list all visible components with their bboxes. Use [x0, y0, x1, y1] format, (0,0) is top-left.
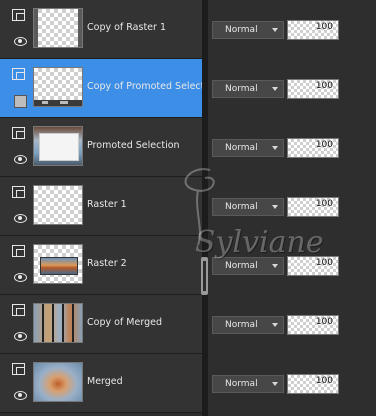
- layer-thumbnail: [33, 362, 83, 402]
- scrollbar-thumb[interactable]: [201, 257, 208, 295]
- eye-icon[interactable]: [14, 332, 27, 341]
- opacity-field[interactable]: 100: [287, 79, 339, 99]
- blend-mode-select[interactable]: Normal: [212, 80, 284, 98]
- blend-mode-select[interactable]: Normal: [212, 198, 284, 216]
- layer-name: Promoted Selection: [87, 140, 180, 151]
- eye-icon[interactable]: [14, 273, 27, 282]
- blend-mode-value: Normal: [225, 143, 258, 153]
- layer-props-row: Normal 100: [208, 59, 376, 117]
- opacity-field[interactable]: 100: [287, 256, 339, 276]
- eye-icon[interactable]: [14, 391, 27, 400]
- chevron-down-icon: [272, 205, 278, 209]
- layer-group-icon[interactable]: [12, 363, 25, 375]
- chevron-down-icon: [272, 323, 278, 327]
- layer-thumbnail: [33, 303, 83, 343]
- layer-group-icon[interactable]: [12, 127, 25, 139]
- layer-props-row: Normal 100: [208, 118, 376, 176]
- layer-name: Copy of Promoted Selection: [87, 81, 219, 92]
- opacity-value: 100: [315, 258, 333, 268]
- layer-row-promoted-selection[interactable]: Promoted Selection: [0, 118, 202, 177]
- opacity-field[interactable]: 100: [287, 20, 339, 40]
- layer-row-copy-of-merged[interactable]: Copy of Merged: [0, 295, 202, 354]
- layer-row-copy-of-raster-1[interactable]: Copy of Raster 1: [0, 0, 202, 59]
- layer-name: Raster 1: [87, 199, 127, 210]
- layer-props-row: Normal 100: [208, 354, 376, 412]
- layer-thumbnail: [33, 8, 83, 48]
- blend-mode-value: Normal: [225, 320, 258, 330]
- opacity-field[interactable]: 100: [287, 315, 339, 335]
- blend-mode-value: Normal: [225, 25, 258, 35]
- selection-swatch-icon: [14, 95, 27, 108]
- layer-name: Copy of Raster 1: [87, 22, 166, 33]
- chevron-down-icon: [272, 264, 278, 268]
- layer-thumbnail: [33, 185, 83, 225]
- layer-thumbnail: [33, 126, 83, 166]
- blend-mode-select[interactable]: Normal: [212, 21, 284, 39]
- chevron-down-icon: [272, 146, 278, 150]
- eye-icon[interactable]: [14, 37, 27, 46]
- layer-props-row: Normal 100: [208, 177, 376, 235]
- opacity-value: 100: [315, 317, 333, 327]
- blend-mode-value: Normal: [225, 261, 258, 271]
- layer-props-row: Normal 100: [208, 295, 376, 353]
- layer-group-icon[interactable]: [12, 245, 25, 257]
- layer-row-merged[interactable]: Merged: [0, 354, 202, 413]
- layer-props-row: Normal 100: [208, 0, 376, 58]
- layer-row-raster-2[interactable]: Raster 2: [0, 236, 202, 295]
- layer-thumbnail: [33, 67, 83, 107]
- opacity-field[interactable]: 100: [287, 138, 339, 158]
- layer-props-row: Normal 100: [208, 236, 376, 294]
- layer-thumbnail: [33, 244, 83, 284]
- chevron-down-icon: [272, 87, 278, 91]
- layer-group-icon[interactable]: [12, 68, 25, 80]
- blend-mode-select[interactable]: Normal: [212, 257, 284, 275]
- layer-row-copy-of-promoted-selection[interactable]: Copy of Promoted Selection: [0, 59, 219, 118]
- opacity-value: 100: [315, 81, 333, 91]
- eye-icon[interactable]: [14, 155, 27, 164]
- eye-icon[interactable]: [14, 214, 27, 223]
- layer-name: Copy of Merged: [87, 317, 162, 328]
- layer-name: Raster 2: [87, 258, 127, 269]
- layer-row-raster-1[interactable]: Raster 1: [0, 177, 202, 236]
- layer-group-icon[interactable]: [12, 304, 25, 316]
- layer-group-icon[interactable]: [12, 186, 25, 198]
- opacity-value: 100: [315, 22, 333, 32]
- layer-group-icon[interactable]: [12, 9, 25, 21]
- opacity-field[interactable]: 100: [287, 374, 339, 394]
- blend-mode-value: Normal: [225, 84, 258, 94]
- blend-mode-select[interactable]: Normal: [212, 139, 284, 157]
- blend-mode-value: Normal: [225, 202, 258, 212]
- opacity-value: 100: [315, 140, 333, 150]
- layer-name: Merged: [87, 376, 123, 387]
- blend-mode-select[interactable]: Normal: [212, 375, 284, 393]
- opacity-value: 100: [315, 199, 333, 209]
- chevron-down-icon: [272, 28, 278, 32]
- blend-mode-value: Normal: [225, 379, 258, 389]
- chevron-down-icon: [272, 382, 278, 386]
- blend-mode-select[interactable]: Normal: [212, 316, 284, 334]
- layer-properties-panel: Normal 100 Normal 100 Normal 100 Normal …: [208, 0, 376, 416]
- opacity-field[interactable]: 100: [287, 197, 339, 217]
- opacity-value: 100: [315, 376, 333, 386]
- layers-panel: Copy of Raster 1 Copy of Promoted Select…: [0, 0, 219, 416]
